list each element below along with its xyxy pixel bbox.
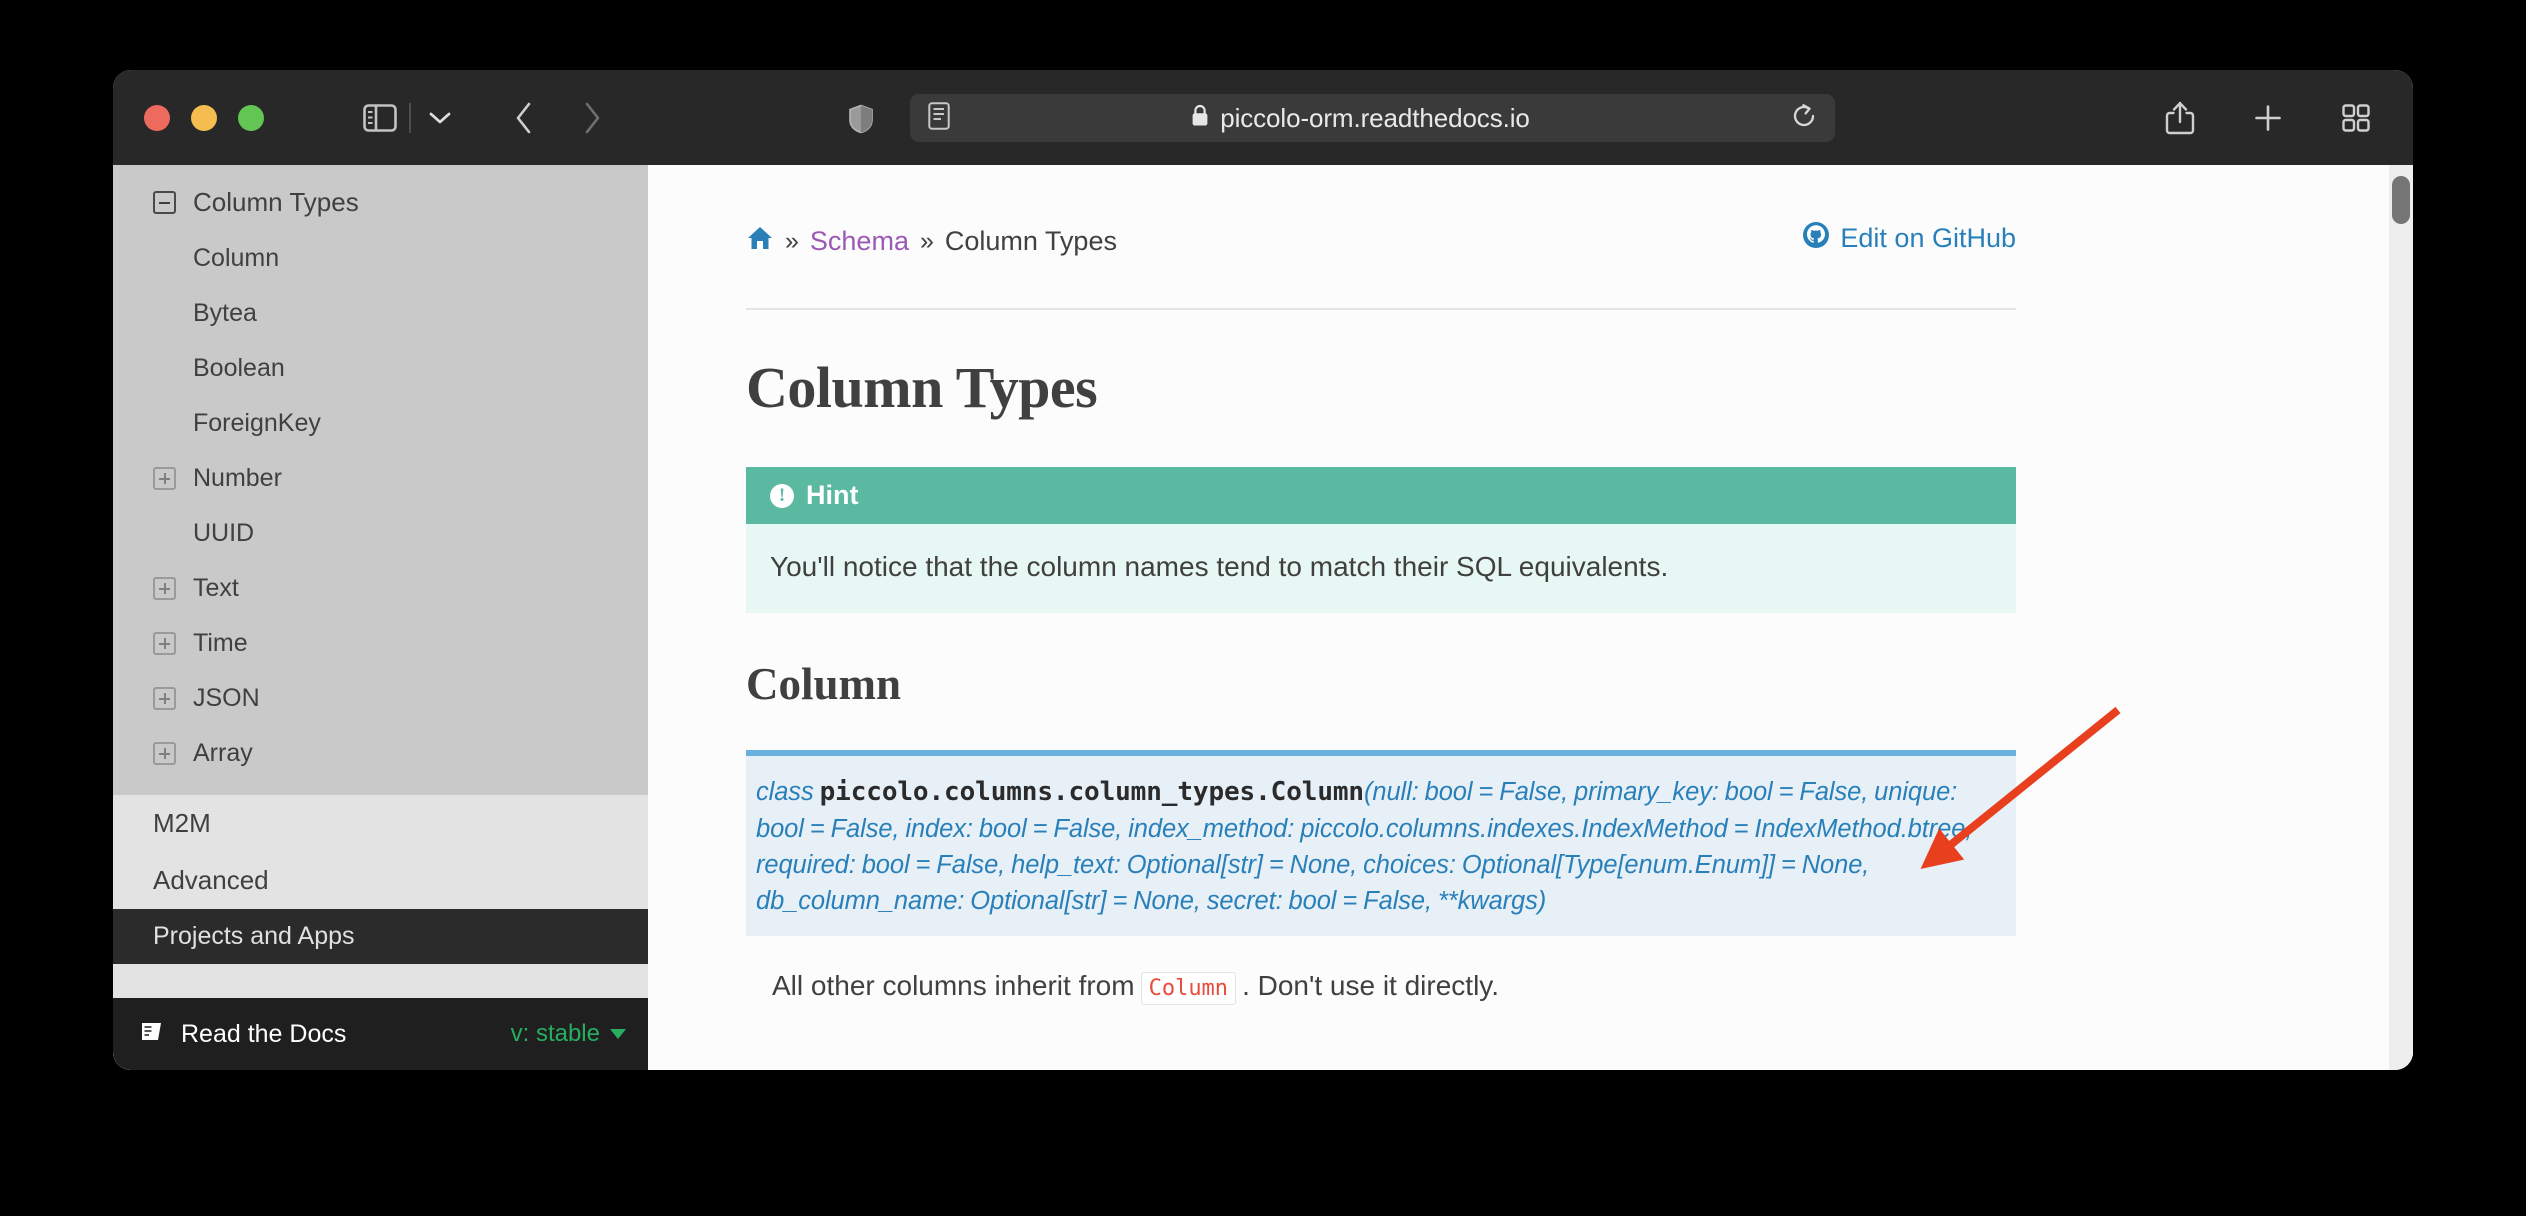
sidebar-toggle-icon[interactable] — [357, 95, 403, 141]
browser-toolbar: piccolo-orm.readthedocs.io — [113, 70, 2413, 165]
sidebar-toggle-group — [357, 95, 463, 141]
expand-plus-icon[interactable] — [153, 687, 176, 710]
hint-title-bar: ! Hint — [746, 467, 2016, 524]
inherit-text-before: All other columns inherit from — [772, 969, 1135, 1001]
browser-window: piccolo-orm.readthedocs.io Column Types … — [113, 70, 2413, 1070]
toolbar-right-group — [2157, 70, 2379, 165]
section-heading-column: Column — [746, 659, 902, 709]
toolbar-divider — [409, 102, 411, 133]
edit-on-github-link[interactable]: Edit on GitHub — [1802, 221, 2016, 256]
expand-plus-icon[interactable] — [153, 632, 176, 655]
sidebar-item-label: JSON — [193, 684, 260, 712]
new-tab-button[interactable] — [2245, 95, 2291, 141]
expand-plus-icon[interactable] — [153, 467, 176, 490]
sidebar-item-uuid[interactable]: UUID — [113, 506, 648, 561]
sidebar-item-time[interactable]: Time — [113, 616, 648, 671]
sidebar-item-advanced[interactable]: Advanced — [113, 852, 648, 909]
sidebar-item-label: Projects and Apps — [153, 922, 355, 950]
sidebar-item-bytea[interactable]: Bytea — [113, 286, 648, 341]
sidebar-item-boolean[interactable]: Boolean — [113, 341, 648, 396]
caret-down-icon — [610, 1029, 626, 1039]
sidebar-item-foreignkey[interactable]: ForeignKey — [113, 396, 648, 451]
header-divider — [746, 308, 2016, 310]
sidebar-item-label: Advanced — [153, 865, 269, 895]
sidebar-item-text[interactable]: Text — [113, 561, 648, 616]
minimize-window-button[interactable] — [191, 104, 217, 131]
breadcrumb-separator: » — [919, 227, 934, 255]
sidebar-item-label: Array — [193, 739, 253, 767]
version-label: v: stable — [510, 1020, 600, 1047]
hint-admonition: ! Hint You'll notice that the column nam… — [746, 467, 2016, 613]
content-header-row: » Schema » Column Types Edit on GitHub — [746, 221, 2016, 258]
sidebar-item-array[interactable]: Array — [113, 726, 648, 781]
sidebar-item-label: ForeignKey — [193, 409, 321, 437]
breadcrumb-link-schema[interactable]: Schema — [810, 226, 909, 257]
breadcrumb-current: Column Types — [944, 226, 1117, 256]
readthedocs-footer[interactable]: Read the Docs v: stable — [113, 998, 648, 1070]
window-controls — [144, 104, 264, 131]
sidebar-nav: Column Types Column Bytea Boolean Foreig… — [113, 165, 648, 998]
sidebar-item-label: UUID — [193, 519, 255, 547]
hint-body-text: You'll notice that the column names tend… — [770, 551, 1669, 582]
chevron-down-icon[interactable] — [417, 95, 463, 141]
class-signature-block: class piccolo.columns.column_types.Colum… — [746, 750, 2016, 936]
sidebar-item-label: Text — [193, 574, 239, 602]
sidebar-item-json[interactable]: JSON — [113, 671, 648, 726]
class-signature-text: class piccolo.columns.column_types.Colum… — [756, 774, 2006, 920]
forward-button[interactable] — [569, 95, 615, 141]
expand-plus-icon[interactable] — [153, 742, 176, 765]
sidebar-item-label: Bytea — [193, 299, 257, 327]
readthedocs-label: Read the Docs — [181, 1019, 347, 1048]
sidebar-item-projects-and-apps[interactable]: Projects and Apps — [113, 909, 648, 964]
lock-icon — [1191, 104, 1209, 132]
sidebar-item-column-types[interactable]: Column Types — [113, 174, 648, 231]
breadcrumb: » Schema » Column Types — [746, 221, 1117, 258]
info-icon: ! — [770, 483, 794, 508]
github-icon — [1802, 221, 1830, 256]
book-icon — [139, 1020, 167, 1049]
reload-button[interactable] — [1791, 102, 1817, 135]
content-area: » Schema » Column Types Edit on GitHub C… — [648, 165, 2413, 1070]
page-title: Column Types — [746, 355, 1098, 420]
docs-sidebar: Column Types Column Bytea Boolean Foreig… — [113, 165, 648, 1070]
sidebar-item-label: Time — [193, 629, 248, 657]
content-scrollbar-track[interactable] — [2389, 165, 2413, 1070]
sidebar-item-label: M2M — [153, 808, 211, 838]
tab-overview-button[interactable] — [2333, 95, 2379, 141]
address-bar-content: piccolo-orm.readthedocs.io — [930, 103, 1791, 134]
sidebar-item-column[interactable]: Column — [113, 231, 648, 286]
home-icon[interactable] — [746, 225, 774, 258]
sidebar-item-label: Column — [193, 244, 280, 272]
sidebar-item-label: Number — [193, 464, 282, 492]
collapse-minus-icon[interactable] — [153, 191, 176, 214]
address-bar[interactable]: piccolo-orm.readthedocs.io — [910, 94, 1835, 142]
page-body: Column Types Column Bytea Boolean Foreig… — [113, 165, 2413, 1070]
sidebar-item-number[interactable]: Number — [113, 451, 648, 506]
signature-qualname[interactable]: piccolo.columns.column_types.Column — [820, 777, 1364, 807]
sidebar-item-label: Column Types — [193, 187, 359, 217]
inherit-text-after: . Don't use it directly. — [1242, 969, 1499, 1001]
edit-on-github-label: Edit on GitHub — [1840, 223, 2016, 253]
signature-keyword: class — [756, 778, 814, 806]
inline-code-column: Column — [1140, 971, 1237, 1005]
inherit-paragraph: All other columns inherit from Column . … — [746, 970, 2016, 1005]
maximize-window-button[interactable] — [238, 104, 264, 131]
breadcrumb-separator: » — [785, 227, 799, 255]
sidebar-current-section: Column Types Column Bytea Boolean Foreig… — [113, 165, 648, 795]
expand-plus-icon[interactable] — [153, 577, 176, 600]
content-scrollbar-thumb[interactable] — [2392, 176, 2410, 224]
hint-title-label: Hint — [806, 480, 859, 510]
share-icon[interactable] — [2157, 95, 2203, 141]
sidebar-item-label: Boolean — [193, 354, 285, 382]
address-text: piccolo-orm.readthedocs.io — [1220, 102, 1530, 133]
privacy-shield-icon[interactable] — [848, 104, 874, 139]
content-inner: » Schema » Column Types Edit on GitHub C… — [648, 165, 2413, 1005]
sidebar-item-m2m[interactable]: M2M — [113, 795, 648, 852]
back-button[interactable] — [501, 95, 547, 141]
version-selector[interactable]: v: stable — [511, 1020, 626, 1048]
close-window-button[interactable] — [144, 104, 170, 131]
document-wrapper: » Schema » Column Types Edit on GitHub C… — [746, 221, 2016, 1005]
